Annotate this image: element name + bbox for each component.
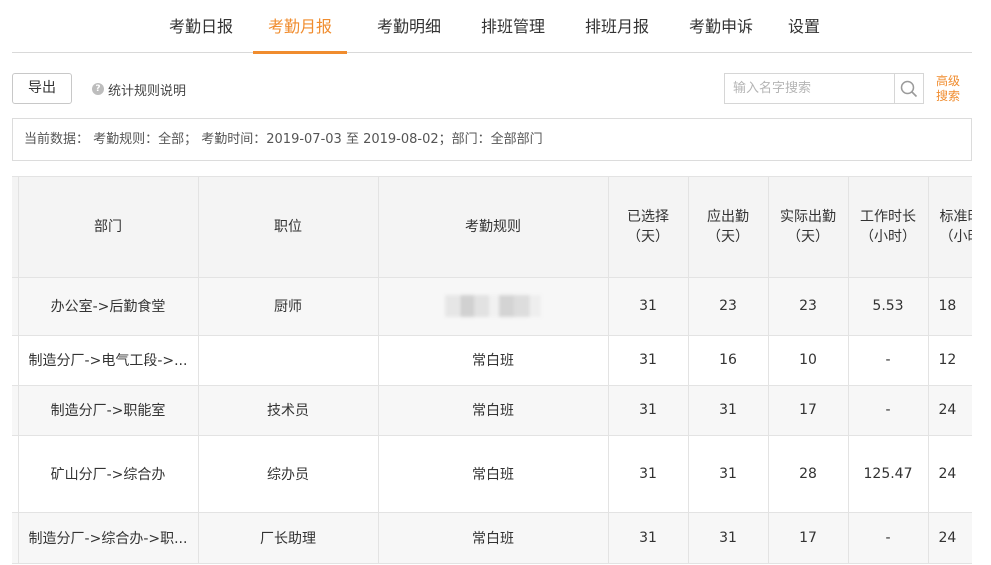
cell-actual-days: 28 — [768, 435, 849, 513]
cell-standard-hours: 18 — [928, 277, 972, 336]
column-header-position: 职位 — [198, 177, 379, 278]
monthly-report-table-container[interactable]: 部门 职位 考勤规则 已选择 （天） 应出勤 （天） 实际出勤 （天） 工作时长 （小时… — [12, 176, 972, 565]
cell-department: 办公室->后勤食堂 — [18, 277, 199, 336]
tab-settings[interactable]: 设置 — [782, 0, 826, 53]
table-row[interactable]: 矿山分厂->综合办 综办员 常白班 31 31 28 125.47 24 — [12, 435, 972, 513]
column-header-standard-hours: 标准时（小时） — [928, 177, 972, 278]
cell-standard-hours: 24 — [928, 512, 972, 564]
statistics-rules-label: 统计规则说明 — [108, 83, 187, 99]
column-header-selected-days: 已选择 （天） — [608, 177, 689, 278]
cell-actual-days: 17 — [768, 512, 849, 564]
redacted-rule-block — [445, 295, 541, 317]
search-button[interactable] — [894, 74, 923, 103]
advanced-search-link[interactable]: 高级搜索 — [936, 74, 966, 104]
cell-position — [198, 335, 379, 386]
info-icon: ? — [92, 83, 104, 95]
cell-attendance-rule — [378, 277, 609, 336]
column-header-department: 部门 — [18, 177, 199, 278]
table-row[interactable]: 制造分厂->职能室 技术员 常白班 31 31 17 - 24 — [12, 385, 972, 436]
cell-standard-hours: 24 — [928, 385, 972, 436]
cell-standard-hours: 12 — [928, 335, 972, 386]
table-header-row: 部门 职位 考勤规则 已选择 （天） 应出勤 （天） 实际出勤 （天） 工作时长 （小时… — [12, 177, 972, 278]
cell-selected-days: 31 — [608, 435, 689, 513]
cell-required-days: 16 — [688, 335, 769, 386]
cell-selected-days: 31 — [608, 385, 689, 436]
cell-attendance-rule: 常白班 — [378, 385, 609, 436]
cell-work-hours: - — [848, 512, 929, 564]
cell-selected-days: 31 — [608, 512, 689, 564]
cell-work-hours: - — [848, 385, 929, 436]
tab-shift-management[interactable]: 排班管理 — [470, 0, 556, 53]
cell-position: 综办员 — [198, 435, 379, 513]
cell-required-days: 31 — [688, 435, 769, 513]
tab-attendance-detail[interactable]: 考勤明细 — [366, 0, 452, 53]
tab-daily-report[interactable]: 考勤日报 — [158, 0, 244, 53]
cell-work-hours: 125.47 — [848, 435, 929, 513]
name-search-box — [724, 73, 924, 104]
cell-department: 制造分厂->电气工段->... — [18, 335, 199, 386]
top-tab-bar: 考勤日报 考勤月报 考勤明细 排班管理 排班月报 考勤申诉 设置 — [12, 0, 972, 54]
cell-required-days: 23 — [688, 277, 769, 336]
cell-attendance-rule: 常白班 — [378, 512, 609, 564]
table-row[interactable]: 制造分厂->电气工段->... 常白班 31 16 10 - 12 — [12, 335, 972, 386]
cell-standard-hours: 24 — [928, 435, 972, 513]
column-header-attendance-rule: 考勤规则 — [378, 177, 609, 278]
table-row[interactable]: 办公室->后勤食堂 厨师 31 23 23 5.53 18 — [12, 277, 972, 336]
table-row[interactable]: 制造分厂->综合办->职... 厂长助理 常白班 31 31 17 - 24 — [12, 512, 972, 564]
cell-required-days: 31 — [688, 385, 769, 436]
cell-position: 技术员 — [198, 385, 379, 436]
cell-required-days: 31 — [688, 512, 769, 564]
cell-work-hours: - — [848, 335, 929, 386]
tab-monthly-report[interactable]: 考勤月报 — [253, 0, 347, 54]
monthly-report-table: 部门 职位 考勤规则 已选择 （天） 应出勤 （天） 实际出勤 （天） 工作时长 （小时… — [12, 177, 972, 564]
export-button[interactable]: 导出 — [12, 73, 72, 104]
name-search-input[interactable] — [725, 74, 894, 103]
cell-selected-days: 31 — [608, 335, 689, 386]
column-header-required-days: 应出勤 （天） — [688, 177, 769, 278]
column-header-actual-days: 实际出勤 （天） — [768, 177, 849, 278]
search-icon — [900, 80, 918, 97]
cell-actual-days: 23 — [768, 277, 849, 336]
cell-selected-days: 31 — [608, 277, 689, 336]
current-data-filter-summary: 当前数据： 考勤规则：全部； 考勤时间：2019-07-03 至 2019-08… — [12, 118, 972, 161]
cell-attendance-rule: 常白班 — [378, 335, 609, 386]
cell-department: 制造分厂->职能室 — [18, 385, 199, 436]
cell-position: 厨师 — [198, 277, 379, 336]
tab-attendance-appeal[interactable]: 考勤申诉 — [678, 0, 764, 53]
statistics-rules-link[interactable]: ? 统计规则说明 — [92, 80, 187, 99]
cell-position: 厂长助理 — [198, 512, 379, 564]
cell-department: 矿山分厂->综合办 — [18, 435, 199, 513]
cell-attendance-rule: 常白班 — [378, 435, 609, 513]
column-header-work-hours: 工作时长 （小时） — [848, 177, 929, 278]
cell-work-hours: 5.53 — [848, 277, 929, 336]
cell-department: 制造分厂->综合办->职... — [18, 512, 199, 564]
cell-actual-days: 17 — [768, 385, 849, 436]
cell-actual-days: 10 — [768, 335, 849, 386]
tab-shift-monthly[interactable]: 排班月报 — [574, 0, 660, 53]
